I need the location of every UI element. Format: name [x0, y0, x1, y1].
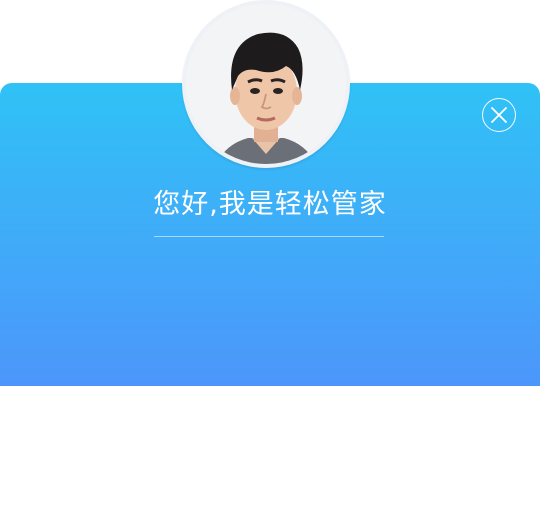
dialog-page: 您好,我是轻松管家: [0, 0, 540, 515]
person-avatar-icon: [186, 4, 346, 164]
greeting-title: 您好,我是轻松管家: [153, 189, 387, 220]
close-icon: [491, 107, 507, 123]
avatar: [186, 4, 346, 164]
title-divider: [154, 236, 384, 237]
avatar-frame: [182, 0, 350, 168]
close-button[interactable]: [482, 98, 516, 132]
